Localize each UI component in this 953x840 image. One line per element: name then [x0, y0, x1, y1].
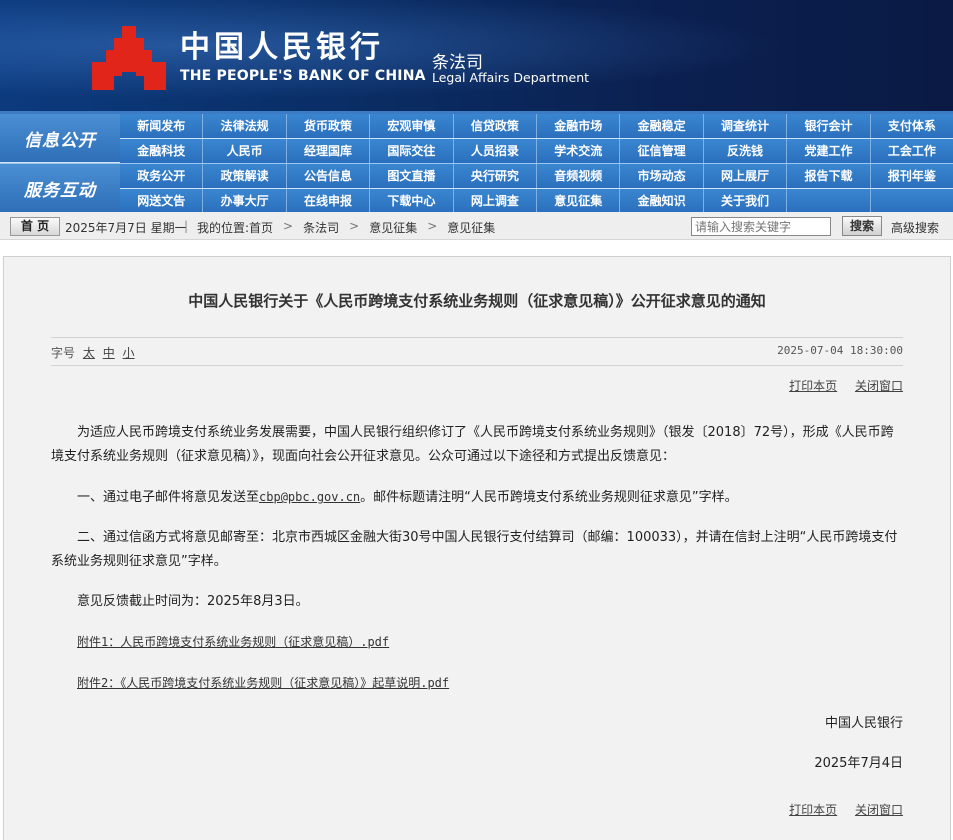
- nav-item[interactable]: 政策解读: [203, 164, 287, 188]
- nav-item[interactable]: 人民币: [203, 139, 287, 163]
- nav-item[interactable]: 调查统计: [704, 114, 788, 138]
- nav-item[interactable]: 公告信息: [287, 164, 371, 188]
- nav-item[interactable]: 学术交流: [537, 139, 621, 163]
- close-window-link[interactable]: 关闭窗口: [855, 803, 903, 817]
- attachment-link[interactable]: 附件2：《人民币跨境支付系统业务规则（征求意见稿）》起草说明.pdf: [77, 676, 449, 690]
- home-button[interactable]: 首 页: [10, 217, 60, 236]
- nav-item-empty: [787, 189, 871, 213]
- nav-item[interactable]: 在线申报: [287, 189, 371, 213]
- nav-item[interactable]: 信贷政策: [454, 114, 538, 138]
- main-nav: 信息公开 新闻发布 法律法规 货币政策 宏观审慎 信贷政策 金融市场 金融稳定 …: [0, 114, 953, 213]
- nav-item[interactable]: 报刊年鉴: [871, 164, 953, 188]
- paragraph: 一、通过电子邮件将意见发送至cbp@pbc.gov.cn。邮件标题请注明“人民币…: [51, 485, 903, 510]
- site-header: 中国人民银行 THE PEOPLE'S BANK OF CHINA 条法司 Le…: [0, 0, 953, 114]
- chevron-right-icon: >: [427, 219, 438, 233]
- nav-item[interactable]: 意见征集: [537, 189, 621, 213]
- nav-item[interactable]: 党建工作: [787, 139, 871, 163]
- font-size-label: 字号: [51, 346, 76, 360]
- chevron-right-icon: >: [349, 219, 360, 233]
- nav-item[interactable]: 图文直播: [370, 164, 454, 188]
- breadcrumb-item[interactable]: 条法司: [303, 219, 339, 236]
- nav-item[interactable]: 新闻发布: [120, 114, 204, 138]
- nav-item[interactable]: 反洗钱: [704, 139, 788, 163]
- nav-row: 金融科技 人民币 经理国库 国际交往 人员招录 学术交流 征信管理 反洗钱 党建…: [120, 139, 953, 163]
- nav-item[interactable]: 支付体系: [871, 114, 953, 138]
- advanced-search-link[interactable]: 高级搜索: [891, 219, 939, 236]
- breadcrumb-bar: 首 页 2025年7月7日 星期一 | 我的位置:首页 > 条法司 > 意见征集…: [0, 212, 953, 240]
- nav-item[interactable]: 银行会计: [787, 114, 871, 138]
- print-page-link[interactable]: 打印本页: [789, 379, 837, 393]
- nav-item[interactable]: 金融稳定: [620, 114, 704, 138]
- nav-item[interactable]: 人员招录: [454, 139, 538, 163]
- paragraph-text: 一、通过电子邮件将意见发送至: [77, 490, 260, 505]
- paragraph: 意见反馈截止时间为：2025年8月3日。: [77, 594, 309, 609]
- font-size-medium[interactable]: 中: [103, 346, 115, 360]
- nav-item[interactable]: 征信管理: [620, 139, 704, 163]
- paragraph-text: 。邮件标题请注明“人民币跨境支付系统业务规则征求意见”字样。: [360, 490, 738, 505]
- nav-item[interactable]: 金融知识: [620, 189, 704, 213]
- nav-item[interactable]: 货币政策: [287, 114, 371, 138]
- nav-row: 政务公开 政策解读 公告信息 图文直播 央行研究 音频视频 市场动态 网上展厅 …: [120, 164, 953, 188]
- paragraph: 为适应人民币跨境支付系统业务发展需要，中国人民银行组织修订了《人民币跨境支付系统…: [51, 425, 894, 464]
- nav-row: 网送文告 办事大厅 在线申报 下载中心 网上调查 意见征集 金融知识 关于我们: [120, 189, 953, 213]
- brand-name-en: THE PEOPLE'S BANK OF CHINA: [180, 68, 426, 84]
- attachment-item: 附件1：人民币跨境支付系统业务规则（征求意见稿）.pdf: [51, 630, 903, 655]
- nav-item[interactable]: 国际交往: [370, 139, 454, 163]
- chevron-right-icon: >: [283, 219, 294, 233]
- nav-item[interactable]: 报告下载: [787, 164, 871, 188]
- signature-date: 2025年7月4日: [814, 756, 903, 771]
- nav-item[interactable]: 市场动态: [620, 164, 704, 188]
- nav-item[interactable]: 经理国库: [287, 139, 371, 163]
- nav-item[interactable]: 金融市场: [537, 114, 621, 138]
- article-container: 中国人民银行关于《人民币跨境支付系统业务规则（征求意见稿）》公开征求意见的通知 …: [3, 256, 951, 840]
- nav-item[interactable]: 网上调查: [454, 189, 538, 213]
- nav-section-service: 服务互动 政务公开 政策解读 公告信息 图文直播 央行研究 音频视频 市场动态 …: [0, 164, 953, 213]
- pboc-logo-icon[interactable]: [92, 26, 166, 90]
- nav-item[interactable]: 网送文告: [120, 189, 204, 213]
- publish-time: 2025-07-04 18:30:00: [777, 344, 903, 357]
- print-links-bottom: 打印本页 关闭窗口: [775, 801, 903, 818]
- nav-section-label[interactable]: 服务互动: [0, 164, 120, 212]
- search-button[interactable]: 搜索: [842, 216, 882, 236]
- nav-row: 新闻发布 法律法规 货币政策 宏观审慎 信贷政策 金融市场 金融稳定 调查统计 …: [120, 114, 953, 138]
- nav-item[interactable]: 央行研究: [454, 164, 538, 188]
- attachment-item: 附件2：《人民币跨境支付系统业务规则（征求意见稿）》起草说明.pdf: [51, 671, 903, 696]
- nav-section-label[interactable]: 信息公开: [0, 114, 120, 162]
- signature: 中国人民银行: [824, 716, 903, 731]
- nav-item[interactable]: 关于我们: [704, 189, 788, 213]
- nav-item[interactable]: 下载中心: [370, 189, 454, 213]
- article-body: 为适应人民币跨境支付系统业务发展需要，中国人民银行组织修订了《人民币跨境支付系统…: [51, 421, 903, 792]
- nav-item[interactable]: 金融科技: [120, 139, 204, 163]
- breadcrumb: 我的位置:首页 > 条法司 > 意见征集 > 意见征集: [197, 219, 495, 236]
- font-size-small[interactable]: 小: [123, 346, 135, 360]
- nav-item[interactable]: 办事大厅: [203, 189, 287, 213]
- close-window-link[interactable]: 关闭窗口: [855, 379, 903, 393]
- attachment-link[interactable]: 附件1：人民币跨境支付系统业务规则（征求意见稿）.pdf: [77, 635, 389, 649]
- separator: |: [184, 219, 189, 233]
- nav-item[interactable]: 宏观审慎: [370, 114, 454, 138]
- nav-item[interactable]: 法律法规: [203, 114, 287, 138]
- nav-item-empty: [871, 189, 953, 213]
- nav-item[interactable]: 音频视频: [537, 164, 621, 188]
- print-links-top: 打印本页 关闭窗口: [775, 377, 903, 394]
- divider: [51, 365, 903, 366]
- font-size-control: 字号 太 中 小: [51, 344, 135, 361]
- search-input[interactable]: [691, 217, 831, 236]
- breadcrumb-item[interactable]: 意见征集: [369, 219, 417, 236]
- nav-item[interactable]: 政务公开: [120, 164, 204, 188]
- breadcrumb-location[interactable]: 我的位置:首页: [197, 219, 273, 236]
- brand-name-cn: 中国人民银行: [180, 30, 384, 65]
- nav-item[interactable]: 工会工作: [871, 139, 953, 163]
- article-title: 中国人民银行关于《人民币跨境支付系统业务规则（征求意见稿）》公开征求意见的通知: [188, 292, 766, 310]
- print-page-link[interactable]: 打印本页: [789, 803, 837, 817]
- nav-item[interactable]: 网上展厅: [704, 164, 788, 188]
- department-name-en: Legal Affairs Department: [432, 70, 590, 85]
- current-date: 2025年7月7日 星期一: [65, 221, 187, 235]
- paragraph: 二、通过信函方式将意见邮寄至：北京市西城区金融大街30号中国人民银行支付结算司（…: [51, 530, 898, 569]
- email-link[interactable]: cbp@pbc.gov.cn: [259, 490, 360, 504]
- divider: [51, 337, 903, 338]
- nav-section-info: 信息公开 新闻发布 法律法规 货币政策 宏观审慎 信贷政策 金融市场 金融稳定 …: [0, 114, 953, 163]
- breadcrumb-item[interactable]: 意见征集: [447, 219, 495, 236]
- font-size-large[interactable]: 太: [83, 346, 95, 360]
